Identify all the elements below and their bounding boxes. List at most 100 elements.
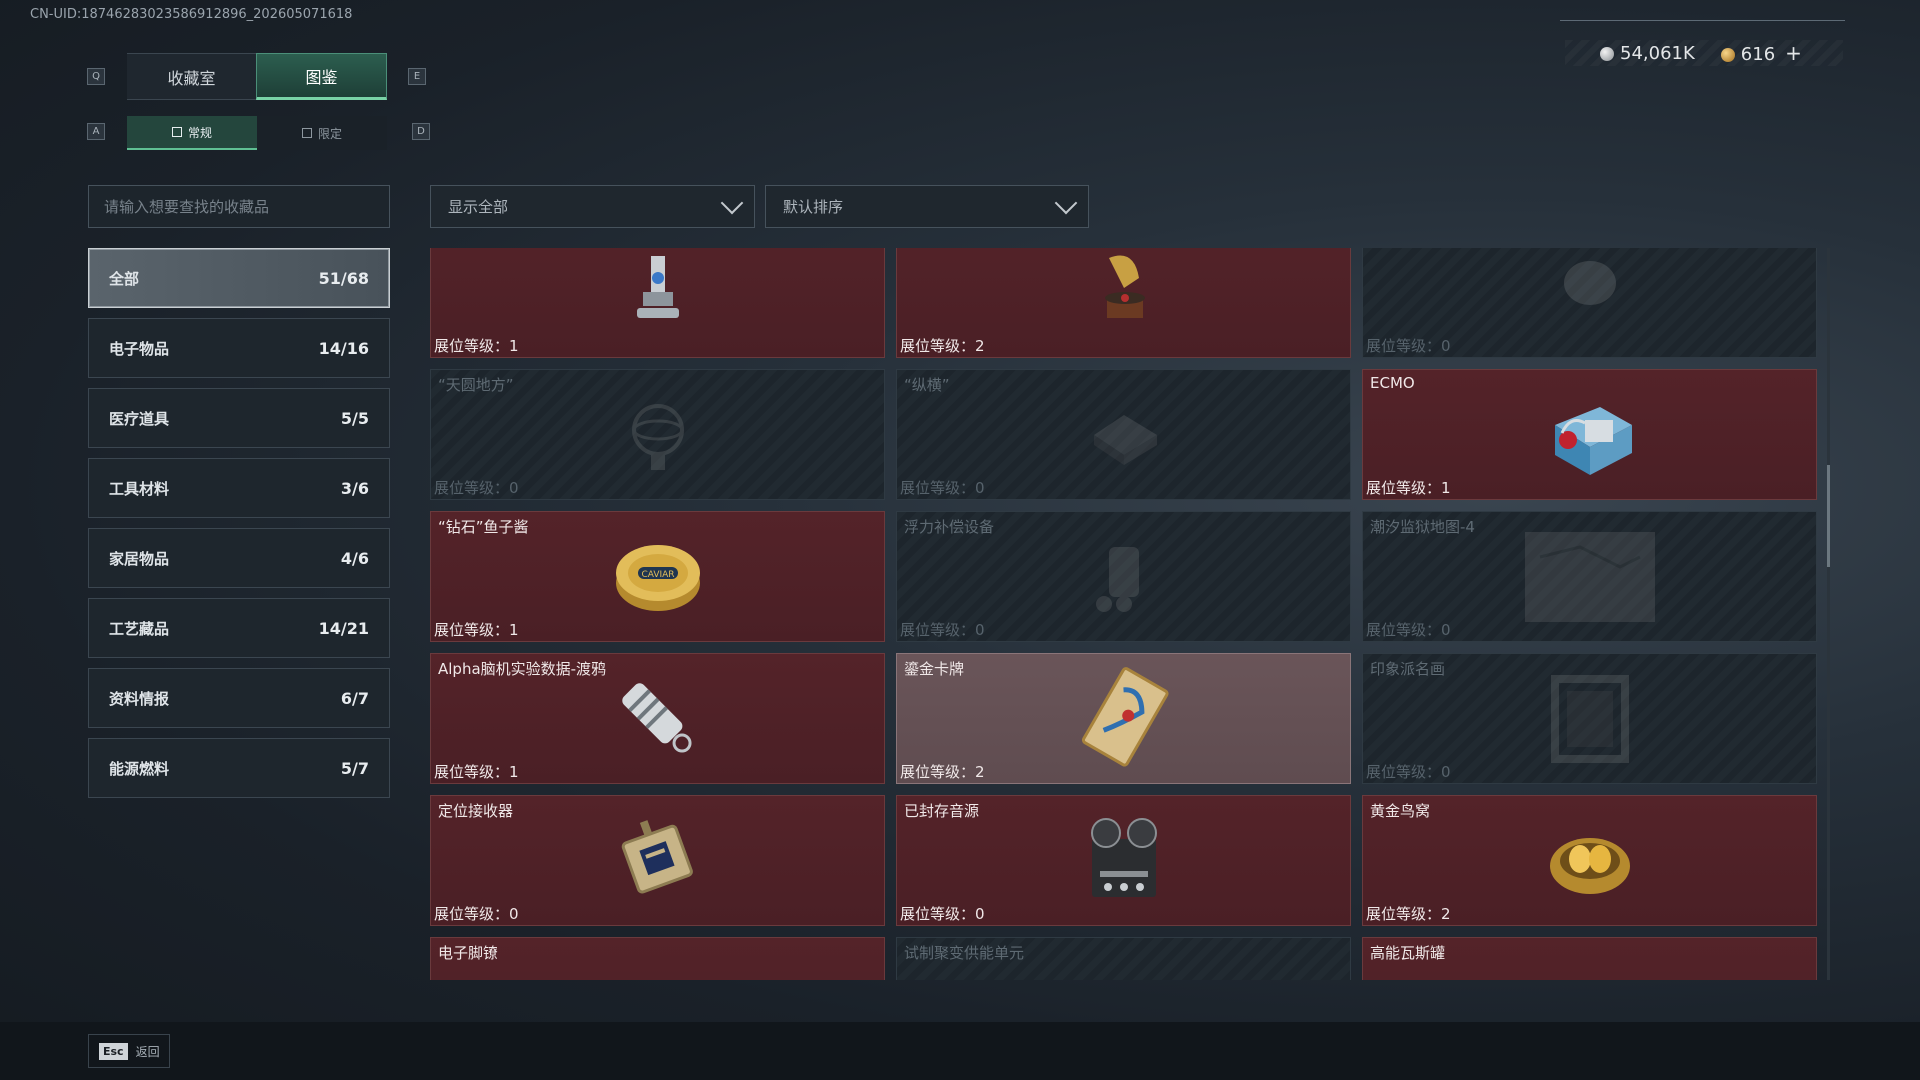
player-uid: CN-UID:18746283023586912896_202605071618 [30, 7, 353, 22]
sort-value: 默认排序 [783, 198, 844, 216]
grid-scroll-thumb[interactable] [1827, 465, 1830, 567]
item-level: 展位等级：0 [900, 905, 985, 923]
armillary-icon [631, 403, 684, 470]
silver-currency: 54,061K [1600, 43, 1695, 64]
category-count: 5/5 [340, 408, 369, 428]
item-name: 浮力补偿设备 [904, 518, 995, 536]
item-name: 已封存音源 [904, 802, 980, 820]
gold-currency: 616 + [1720, 41, 1802, 65]
collection-card[interactable]: “天圆地方” 展位等级：0 [430, 369, 885, 500]
item-level: 展位等级：0 [434, 479, 519, 497]
category-label: 全部 [109, 269, 140, 288]
item-level: 展位等级：2 [900, 763, 985, 781]
item-level: 展位等级：2 [900, 337, 985, 355]
receiver-icon [621, 819, 693, 894]
item-name: Alpha脑机实验数据-渡鸦 [438, 660, 607, 678]
key-hint-q: Q [87, 68, 105, 85]
category-label: 电子物品 [109, 339, 170, 358]
mystery-item-icon [1563, 260, 1616, 305]
collection-card[interactable]: 高能瓦斯罐 [1362, 937, 1817, 980]
collection-card[interactable]: 黄金鸟窝 展位等级：2 [1362, 795, 1817, 926]
category-electronics[interactable]: 电子物品 14/16 [88, 318, 390, 378]
category-label: 工具材料 [109, 479, 170, 498]
reel-recorder-icon [1090, 817, 1157, 897]
category-label: 能源燃料 [109, 759, 170, 778]
gilded-card-icon [1081, 666, 1169, 767]
category-count: 14/21 [318, 618, 369, 638]
item-level: 展位等级：0 [1366, 763, 1451, 781]
collection-card[interactable]: 定位接收器 展位等级：0 [430, 795, 885, 926]
category-all[interactable]: 全部 51/68 [88, 248, 390, 308]
subtab-limited-label: 限定 [317, 126, 342, 141]
collection-card[interactable]: 展位等级：2 [896, 248, 1351, 358]
collection-card[interactable]: Alpha脑机实验数据-渡鸦 展位等级：1 [430, 653, 885, 784]
item-level: 展位等级：1 [434, 763, 519, 781]
collection-card[interactable]: 印象派名画 展位等级：0 [1362, 653, 1817, 784]
display-filter-dropdown[interactable]: 显示全部 [430, 185, 755, 228]
item-name: 试制聚变供能单元 [904, 944, 1025, 962]
category-label: 工艺藏品 [109, 619, 170, 638]
category-medical[interactable]: 医疗道具 5/5 [88, 388, 390, 448]
item-name: 电子脚镣 [438, 944, 499, 962]
subtab-regular-label: 常规 [187, 125, 212, 140]
category-count: 14/16 [318, 338, 369, 358]
esc-key-hint: Esc [99, 1042, 128, 1060]
collection-card[interactable]: 浮力补偿设备 展位等级：0 [896, 511, 1351, 642]
add-currency-button[interactable]: + [1785, 41, 1802, 65]
back-label: 返回 [135, 1044, 160, 1059]
collection-card[interactable]: ECMO 展位等级：1 [1362, 369, 1817, 500]
category-household[interactable]: 家居物品 4/6 [88, 528, 390, 588]
collection-card[interactable]: 展位等级：0 [1362, 248, 1817, 358]
search-input[interactable] [88, 185, 390, 228]
sub-tabs: 常规 限定 [127, 116, 387, 150]
map-icon [1524, 531, 1655, 622]
grid-scrollbar[interactable] [1827, 248, 1830, 980]
category-count: 51/68 [318, 268, 369, 288]
caviar-tin-icon: CAVIAR [615, 544, 700, 611]
item-name: “纵横” [904, 376, 950, 394]
collection-card[interactable]: CAVIAR “钻石”鱼子酱 展位等级：1 [430, 511, 885, 642]
subtab-regular[interactable]: 常规 [127, 116, 257, 150]
subtab-limited[interactable]: 限定 [257, 116, 387, 150]
category-label: 家居物品 [109, 549, 170, 568]
item-name: 高能瓦斯罐 [1370, 944, 1446, 962]
collection-card[interactable]: 潮汐监狱地图-4 展位等级：0 [1362, 511, 1817, 642]
sort-dropdown[interactable]: 默认排序 [765, 185, 1089, 228]
key-hint-d: D [412, 123, 430, 140]
currency-bar: 54,061K 616 + [1565, 40, 1843, 66]
category-energy[interactable]: 能源燃料 5/7 [88, 738, 390, 798]
collection-card[interactable]: 电子脚镣 [430, 937, 885, 980]
item-level: 展位等级：0 [900, 479, 985, 497]
item-level: 展位等级：1 [1366, 479, 1451, 497]
category-crafts[interactable]: 工艺藏品 14/21 [88, 598, 390, 658]
category-intel[interactable]: 资料情报 6/7 [88, 668, 390, 728]
collection-card[interactable]: “纵横” 展位等级：0 [896, 369, 1351, 500]
item-level: 展位等级：2 [1366, 905, 1451, 923]
item-level: 展位等级：1 [434, 337, 519, 355]
category-count: 6/7 [340, 688, 369, 708]
item-level: 展位等级：1 [434, 621, 519, 639]
chevron-down-icon [1054, 191, 1078, 215]
item-name: 印象派名画 [1370, 660, 1446, 678]
collection-card[interactable]: 已封存音源 展位等级：0 [896, 795, 1351, 926]
tab-collection-room[interactable]: 收藏室 [127, 53, 256, 100]
chevron-down-icon [720, 191, 744, 215]
category-list: 全部 51/68 电子物品 14/16 医疗道具 5/5 工具材料 3/6 家居物品 4/… [88, 248, 390, 808]
tab-codex[interactable]: 图鉴 [256, 53, 387, 100]
item-name: 定位接收器 [438, 802, 514, 820]
ecmo-machine-icon [1554, 406, 1632, 475]
collection-card[interactable]: 试制聚变供能单元 [896, 937, 1351, 980]
robot-arm-icon [636, 255, 679, 318]
item-name: 潮汐监狱地图-4 [1370, 518, 1475, 536]
gramophone-icon [1104, 255, 1145, 318]
item-name: 黄金鸟窝 [1370, 802, 1431, 820]
limited-icon [301, 128, 312, 138]
buoyancy-device-icon [1095, 546, 1139, 612]
collection-card[interactable]: 鎏金卡牌 展位等级：2 [896, 653, 1351, 784]
category-tools[interactable]: 工具材料 3/6 [88, 458, 390, 518]
collection-card[interactable]: 展位等级：1 [430, 248, 885, 358]
key-hint-e: E [408, 68, 426, 85]
back-button[interactable]: Esc 返回 [88, 1034, 170, 1068]
item-name: 鎏金卡牌 [904, 660, 965, 678]
chessboard-icon [1093, 414, 1157, 465]
